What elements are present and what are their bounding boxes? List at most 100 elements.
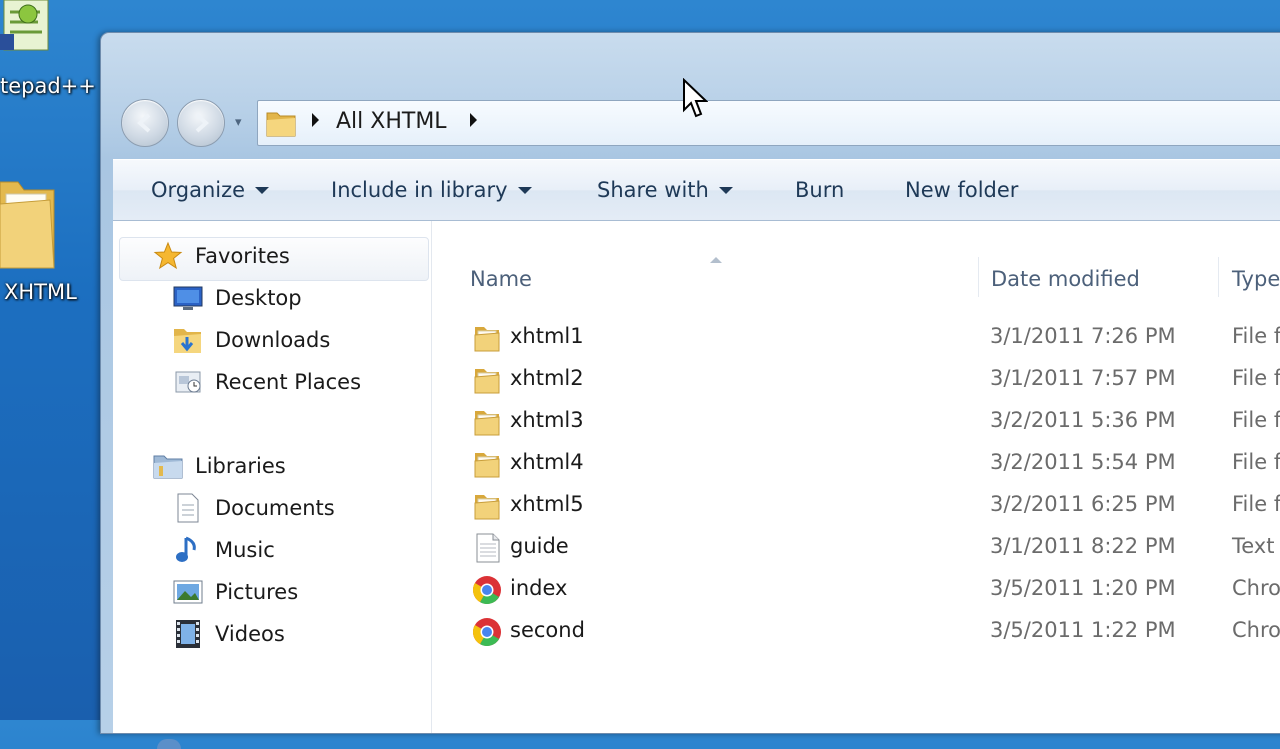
file-name: xhtml4 <box>510 450 584 474</box>
pictures-icon <box>173 577 203 607</box>
nav-libraries-label: Libraries <box>195 454 286 478</box>
folder-icon <box>472 449 502 479</box>
nav-videos-label: Videos <box>215 622 285 646</box>
file-name: index <box>510 576 568 600</box>
homegroup-icon <box>157 739 181 749</box>
folder-icon <box>266 112 296 137</box>
file-row-xhtml1[interactable]: xhtml1 3/1/2011 7:26 PM File f <box>432 317 1280 359</box>
recent-locations-chevron-icon[interactable]: ▾ <box>235 115 242 130</box>
nav-downloads-label: Downloads <box>215 328 331 352</box>
nav-pictures-label: Pictures <box>215 580 299 604</box>
desktop-icon <box>173 283 203 313</box>
column-divider[interactable] <box>978 257 979 297</box>
nav-videos[interactable]: Videos <box>173 619 285 649</box>
folder-icon <box>472 491 502 521</box>
file-date-modified: 3/2/2011 5:36 PM <box>990 408 1176 432</box>
file-row-second[interactable]: second 3/5/2011 1:22 PM Chro <box>432 611 1280 653</box>
desktop-icon-notepad[interactable] <box>0 0 60 58</box>
text-document-icon <box>472 533 502 563</box>
file-name: xhtml5 <box>510 492 584 516</box>
file-type: File f <box>1232 324 1280 348</box>
command-bar: Organize Include in library Share with B… <box>113 159 1280 221</box>
file-type: Chro <box>1232 618 1280 642</box>
recent-places-icon <box>173 367 203 397</box>
chrome-html-icon <box>472 617 502 647</box>
documents-icon <box>173 493 203 523</box>
navigation-pane: Favorites Desktop Downloads Recent Place… <box>113 221 432 749</box>
folder-icon <box>0 181 55 269</box>
nav-recent-places-label: Recent Places <box>215 370 362 394</box>
new-folder-button[interactable]: New folder <box>905 178 1018 202</box>
star-icon <box>153 241 183 271</box>
nav-favorites-label: Favorites <box>195 244 290 268</box>
file-name: second <box>510 618 585 642</box>
back-arrow-icon <box>136 113 151 133</box>
mouse-cursor-icon <box>683 78 708 118</box>
share-with-menu[interactable]: Share with <box>597 178 733 202</box>
share-with-label: Share with <box>597 178 709 202</box>
nav-music[interactable]: Music <box>173 535 275 565</box>
forward-arrow-icon <box>195 113 210 133</box>
file-name: xhtml1 <box>510 324 584 348</box>
organize-label: Organize <box>151 178 246 202</box>
column-divider[interactable] <box>1218 257 1219 297</box>
nav-recent-places[interactable]: Recent Places <box>173 367 361 397</box>
file-row-index[interactable]: index 3/5/2011 1:20 PM Chro <box>432 569 1280 611</box>
file-type: File f <box>1232 492 1280 516</box>
chevron-down-icon <box>517 187 532 194</box>
include-in-library-menu[interactable]: Include in library <box>331 178 532 202</box>
desktop-icon-xhtml-folder[interactable] <box>0 176 60 272</box>
file-date-modified: 3/5/2011 1:20 PM <box>990 576 1176 600</box>
chevron-down-icon <box>255 187 270 194</box>
folder-icon <box>472 407 502 437</box>
nav-desktop-label: Desktop <box>215 286 302 310</box>
include-in-library-label: Include in library <box>331 178 508 202</box>
file-name: guide <box>510 534 569 558</box>
nav-desktop[interactable]: Desktop <box>173 283 302 313</box>
forward-button[interactable] <box>177 99 225 147</box>
address-bar[interactable]: All XHTML <box>257 100 1280 146</box>
nav-pictures[interactable]: Pictures <box>173 577 298 607</box>
file-date-modified: 3/2/2011 5:54 PM <box>990 450 1176 474</box>
column-header-date-modified[interactable]: Date modified <box>991 267 1140 291</box>
file-row-guide[interactable]: guide 3/1/2011 8:22 PM Text <box>432 527 1280 569</box>
file-type: Chro <box>1232 576 1280 600</box>
nav-downloads[interactable]: Downloads <box>173 325 330 355</box>
file-type: File f <box>1232 408 1280 432</box>
file-row-xhtml4[interactable]: xhtml4 3/2/2011 5:54 PM File f <box>432 443 1280 485</box>
back-button[interactable] <box>121 99 169 147</box>
nav-documents[interactable]: Documents <box>173 493 335 523</box>
videos-icon <box>173 619 203 649</box>
organize-menu[interactable]: Organize <box>151 178 270 202</box>
file-date-modified: 3/5/2011 1:22 PM <box>990 618 1176 642</box>
file-date-modified: 3/1/2011 7:57 PM <box>990 366 1176 390</box>
file-type: Text <box>1232 534 1275 558</box>
file-name: xhtml3 <box>510 408 584 432</box>
breadcrumb-all-xhtml[interactable]: All XHTML <box>336 109 447 134</box>
file-date-modified: 3/1/2011 7:26 PM <box>990 324 1176 348</box>
desktop-label-xhtml: XHTML <box>4 280 77 304</box>
column-header-name[interactable]: Name <box>470 267 532 291</box>
breadcrumb-separator-icon[interactable] <box>470 113 477 127</box>
nav-favorites[interactable]: Favorites <box>153 241 290 271</box>
file-row-xhtml2[interactable]: xhtml2 3/1/2011 7:57 PM File f <box>432 359 1280 401</box>
breadcrumb-separator-icon[interactable] <box>312 113 319 127</box>
downloads-icon <box>173 325 203 355</box>
file-type: File f <box>1232 366 1280 390</box>
sort-ascending-icon <box>710 257 722 263</box>
file-list: Name Date modified Type xhtml1 3/1/2011 7… <box>432 221 1280 733</box>
file-row-xhtml3[interactable]: xhtml3 3/2/2011 5:36 PM File f <box>432 401 1280 443</box>
column-header-type[interactable]: Type <box>1232 267 1280 291</box>
file-name: xhtml2 <box>510 366 584 390</box>
folder-icon <box>472 323 502 353</box>
nav-libraries[interactable]: Libraries <box>153 451 286 481</box>
file-type: File f <box>1232 450 1280 474</box>
explorer-window: ▾ All XHTML Organize Include in library … <box>100 32 1280 749</box>
file-date-modified: 3/1/2011 8:22 PM <box>990 534 1176 558</box>
folder-icon <box>472 365 502 395</box>
music-icon <box>173 535 203 565</box>
burn-button[interactable]: Burn <box>795 178 844 202</box>
file-row-xhtml5[interactable]: xhtml5 3/2/2011 6:25 PM File f <box>432 485 1280 527</box>
chevron-down-icon <box>718 187 733 194</box>
notepad-plus-plus-icon <box>0 0 49 51</box>
